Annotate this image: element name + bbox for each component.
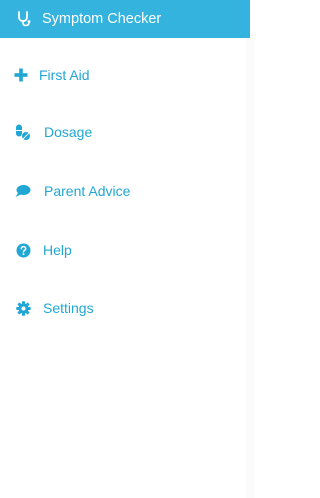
speech-bubble-icon: [15, 183, 31, 199]
drawer-edge: [246, 38, 254, 498]
sidebar-item-parent-advice[interactable]: Parent Advice: [0, 183, 130, 199]
sidebar-item-settings[interactable]: Settings: [0, 300, 94, 316]
sidebar-item-label: Settings: [43, 300, 94, 316]
navigation-drawer: Symptom Checker First Aid Dosage Parent …: [0, 0, 254, 498]
sidebar-item-help[interactable]: Help: [0, 242, 72, 258]
sidebar-item-label: First Aid: [39, 67, 90, 83]
sidebar-item-label: Dosage: [44, 124, 93, 140]
sidebar-item-label: Help: [43, 242, 72, 258]
sidebar-item-symptom-checker[interactable]: Symptom Checker: [0, 0, 250, 38]
plus-icon: [13, 67, 29, 83]
sidebar-item-first-aid[interactable]: First Aid: [0, 67, 90, 83]
pills-icon: [15, 124, 31, 140]
question-circle-icon: [15, 242, 31, 258]
sidebar-item-dosage[interactable]: Dosage: [0, 124, 92, 140]
stethoscope-icon: [16, 11, 32, 27]
sidebar-item-label: Symptom Checker: [42, 11, 162, 27]
gear-icon: [15, 300, 31, 316]
sidebar-item-label: Parent Advice: [44, 183, 131, 199]
